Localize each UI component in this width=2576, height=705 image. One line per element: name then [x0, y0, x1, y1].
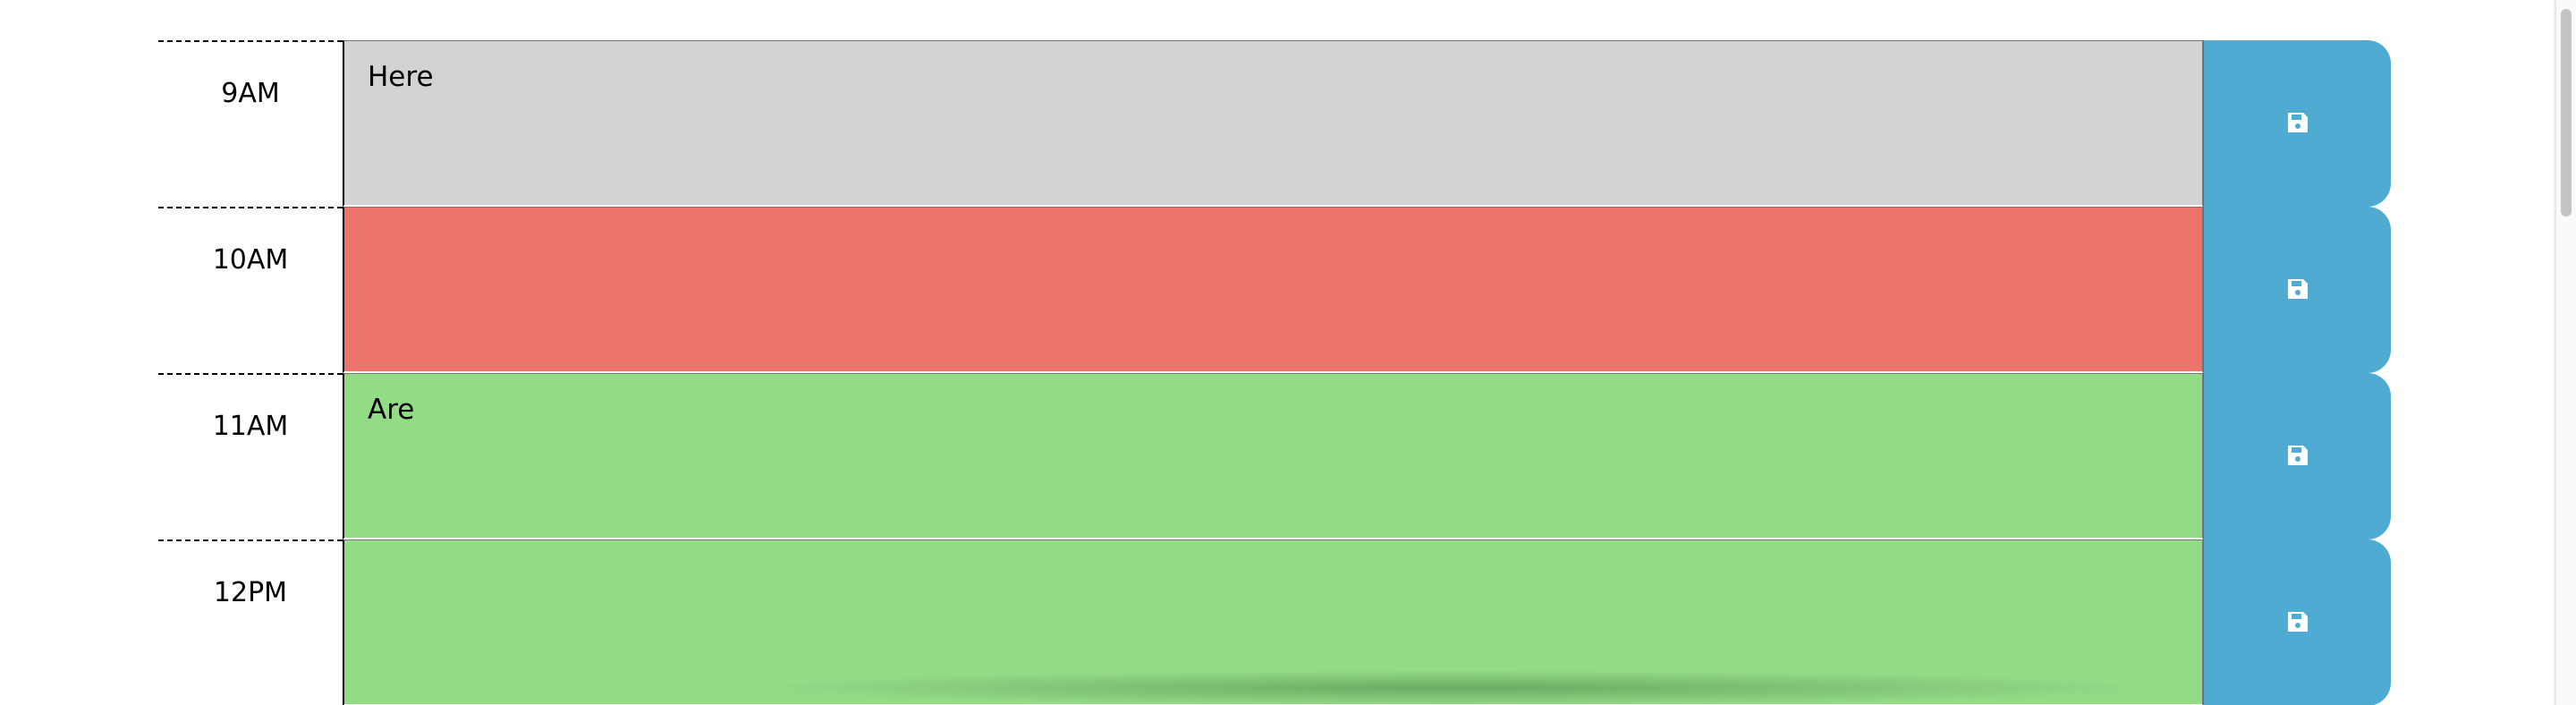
hour-label: 10AM [158, 207, 343, 373]
scrollbar-track[interactable] [2556, 0, 2576, 705]
time-block-9am: 9AM [158, 40, 2391, 207]
event-description-input[interactable] [343, 539, 2203, 705]
page: 9AM 10AM 11AM [0, 0, 2576, 705]
floppy-disk-icon [2285, 609, 2310, 637]
scrollbar-thumb[interactable] [2561, 9, 2572, 217]
floppy-disk-icon [2285, 443, 2310, 471]
hour-label: 9AM [158, 40, 343, 207]
event-description-input[interactable] [343, 40, 2203, 207]
save-button[interactable] [2203, 539, 2391, 705]
event-description-input[interactable] [343, 207, 2203, 373]
save-button[interactable] [2203, 207, 2391, 373]
save-button[interactable] [2203, 40, 2391, 207]
save-button[interactable] [2203, 373, 2391, 539]
hour-label: 11AM [158, 373, 343, 539]
day-planner: 9AM 10AM 11AM [158, 40, 2391, 705]
floppy-disk-icon [2285, 276, 2310, 304]
time-block-11am: 11AM [158, 373, 2391, 539]
event-description-input[interactable] [343, 373, 2203, 539]
time-block-12pm: 12PM [158, 539, 2391, 705]
time-block-10am: 10AM [158, 207, 2391, 373]
floppy-disk-icon [2285, 110, 2310, 138]
hour-label: 12PM [158, 539, 343, 705]
